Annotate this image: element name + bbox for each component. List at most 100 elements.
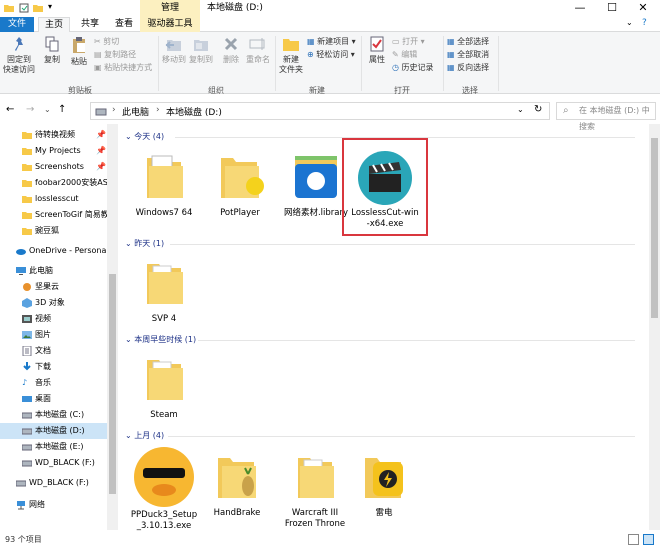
nav-item-pending-video[interactable]: 待转换视频 📌: [0, 127, 108, 143]
breadcrumb-drive-d[interactable]: 本地磁盘 (D:): [166, 105, 222, 118]
nav-item-foobar[interactable]: foobar2000安装AS: [0, 175, 108, 191]
file-item-leidian[interactable]: 雷电: [347, 452, 421, 519]
large-icons-view-icon[interactable]: [643, 534, 654, 545]
help-icon[interactable]: ?: [642, 18, 647, 28]
paste-button[interactable]: 粘贴: [66, 36, 92, 67]
new-item-button[interactable]: ▦ 新建项目 ▾: [307, 36, 356, 47]
nav-item-this-pc[interactable]: 此电脑: [0, 263, 108, 279]
address-bar[interactable]: › 此电脑 › 本地磁盘 (D:) ⌄ ↻: [90, 102, 550, 120]
tab-home[interactable]: 主页: [38, 17, 70, 32]
nav-item-3d-objects[interactable]: 3D 对象: [0, 295, 108, 311]
group-header-yesterday[interactable]: ⌄ 昨天 (1): [125, 238, 164, 249]
easy-access-button[interactable]: ⊕ 轻松访问 ▾: [307, 49, 355, 60]
status-bar: 93 个项目: [0, 532, 660, 547]
select-all-button[interactable]: ▦ 全部选择: [447, 36, 489, 47]
nav-item-losslesscut[interactable]: losslesscut: [0, 191, 108, 207]
edit-button[interactable]: ✎ 编辑: [392, 49, 417, 60]
up-arrow-icon[interactable]: ↑: [58, 104, 66, 115]
duck-face-icon: [134, 447, 194, 507]
delete-button[interactable]: 删除: [218, 36, 244, 65]
tab-file[interactable]: 文件: [0, 17, 34, 32]
easy-access-icon: ⊕: [307, 50, 317, 59]
nav-item-drive-c[interactable]: 本地磁盘 (C:): [0, 407, 108, 423]
minimize-button[interactable]: —: [565, 0, 595, 17]
back-arrow-icon[interactable]: ←: [6, 104, 14, 115]
group-header-earlier-this-week[interactable]: ⌄ 本周早些时候 (1): [125, 334, 196, 345]
collapse-ribbon-icon[interactable]: ⌄: [626, 18, 633, 27]
nav-item-my-projects[interactable]: My Projects 📌: [0, 143, 108, 159]
file-item-svp4[interactable]: SVP 4: [127, 258, 201, 325]
nav-item-wd-black-f[interactable]: WD_BLACK (F:): [0, 455, 108, 471]
maximize-button[interactable]: ☐: [597, 0, 627, 17]
chevron-down-icon: ⌄: [125, 431, 135, 440]
search-input[interactable]: ⌕ 在 本地磁盘 (D:) 中搜索: [556, 102, 656, 131]
clapperboard-icon: [358, 151, 412, 205]
breadcrumb-this-pc[interactable]: 此电脑: [122, 105, 149, 118]
refresh-icon[interactable]: ↻: [534, 104, 542, 115]
cut-button[interactable]: ✂ 剪切: [94, 36, 119, 47]
rename-button[interactable]: 重命名: [244, 36, 272, 65]
close-button[interactable]: ✕: [628, 0, 658, 17]
invert-selection-button[interactable]: ▦ 反向选择: [447, 62, 489, 73]
ribbon: 固定到 快速访问 复制 粘贴 ✂ 剪切 ▤ 复制路径 ▣ 粘贴快捷方式 剪贴板 …: [0, 32, 660, 95]
nav-item-documents[interactable]: 文档: [0, 343, 108, 359]
nav-item-wandouhu[interactable]: 豌豆狐: [0, 223, 108, 239]
file-item-warcraft[interactable]: Warcraft III Frozen Throne: [278, 452, 352, 530]
copy-button[interactable]: 复制: [38, 36, 66, 65]
nav-item-music[interactable]: ♪ 音乐: [0, 375, 108, 391]
nav-item-videos[interactable]: 视频: [0, 311, 108, 327]
title-bar: ▾ 管理 本地磁盘 (D:) — ☐ ✕: [0, 0, 660, 17]
move-to-button[interactable]: 移动到: [161, 36, 187, 65]
recent-chevron-icon[interactable]: ⌄: [44, 105, 51, 114]
contextual-tab-manage[interactable]: 管理: [140, 0, 200, 17]
file-item-steam[interactable]: Steam: [127, 354, 201, 421]
properties-quick-icon[interactable]: [19, 3, 29, 13]
content-scroll-thumb[interactable]: [651, 138, 658, 318]
open-button[interactable]: ▭ 打开 ▾: [392, 36, 425, 47]
group-open-label: 打开: [394, 86, 410, 95]
computer-icon: [16, 267, 26, 275]
new-folder-button[interactable]: 新建 文件夹: [277, 36, 305, 75]
nav-item-network[interactable]: 网络: [0, 497, 108, 513]
item-count: 93 个项目: [5, 535, 42, 544]
nav-item-screentogif[interactable]: ScreenToGif 简易教: [0, 207, 108, 223]
nav-item-pictures[interactable]: 图片: [0, 327, 108, 343]
file-item-losslesscut[interactable]: LosslessCut-win -x64.exe: [342, 138, 428, 236]
tab-view[interactable]: 查看: [108, 17, 140, 32]
address-row: ← → ⌄ ↑ › 此电脑 › 本地磁盘 (D:) ⌄ ↻ ⌕ 在 本地磁盘 (…: [0, 100, 660, 131]
pin-quick-access-button[interactable]: 固定到 快速访问: [2, 36, 36, 75]
group-divider: [158, 36, 159, 91]
group-header-last-month[interactable]: ⌄ 上月 (4): [125, 430, 164, 441]
file-item-handbrake[interactable]: HandBrake: [200, 452, 274, 519]
nav-item-onedrive[interactable]: OneDrive - Personal: [0, 243, 108, 259]
ribbon-tabs: 文件 主页 共享 查看 驱动器工具 ⌄ ?: [0, 17, 660, 32]
file-item-windows7[interactable]: Windows7 64: [127, 152, 201, 219]
details-view-icon[interactable]: [628, 534, 639, 545]
address-dropdown-icon[interactable]: ⌄: [517, 105, 524, 114]
paste-shortcut-button[interactable]: ▣ 粘贴快捷方式: [94, 62, 152, 73]
history-button[interactable]: ◷ 历史记录: [392, 62, 434, 73]
folder-icon: [22, 212, 32, 219]
nav-item-desktop[interactable]: 桌面: [0, 391, 108, 407]
nav-scroll-thumb[interactable]: [109, 274, 116, 494]
select-none-button[interactable]: ▦ 全部取消: [447, 49, 489, 60]
tab-drive-tools[interactable]: 驱动器工具: [140, 17, 200, 32]
nav-item-screenshots[interactable]: Screenshots 📌: [0, 159, 108, 175]
customize-toolbar-icon[interactable]: ▾: [48, 2, 52, 11]
content-scrollbar[interactable]: [649, 124, 660, 530]
file-item-potplayer[interactable]: PotPlayer: [203, 152, 277, 219]
file-item-ppduck[interactable]: PPDuck3_Setup _3.10.13.exe: [127, 446, 201, 532]
copy-to-button[interactable]: 复制到: [188, 36, 214, 65]
nav-item-jianguoyun[interactable]: 坚果云: [0, 279, 108, 295]
nav-item-drive-e[interactable]: 本地磁盘 (E:): [0, 439, 108, 455]
nav-scrollbar[interactable]: [107, 124, 118, 530]
tab-share[interactable]: 共享: [74, 17, 106, 32]
nav-item-downloads[interactable]: 下载: [0, 359, 108, 375]
nav-item-drive-d[interactable]: 本地磁盘 (D:): [0, 423, 108, 439]
forward-arrow-icon[interactable]: →: [26, 104, 34, 115]
properties-button[interactable]: 属性: [364, 36, 390, 65]
new-folder-quick-icon[interactable]: [33, 3, 43, 13]
group-header-today[interactable]: ⌄ 今天 (4): [125, 131, 164, 142]
nav-item-wd-black-f-external[interactable]: WD_BLACK (F:): [0, 475, 108, 491]
copy-path-button[interactable]: ▤ 复制路径: [94, 49, 136, 60]
